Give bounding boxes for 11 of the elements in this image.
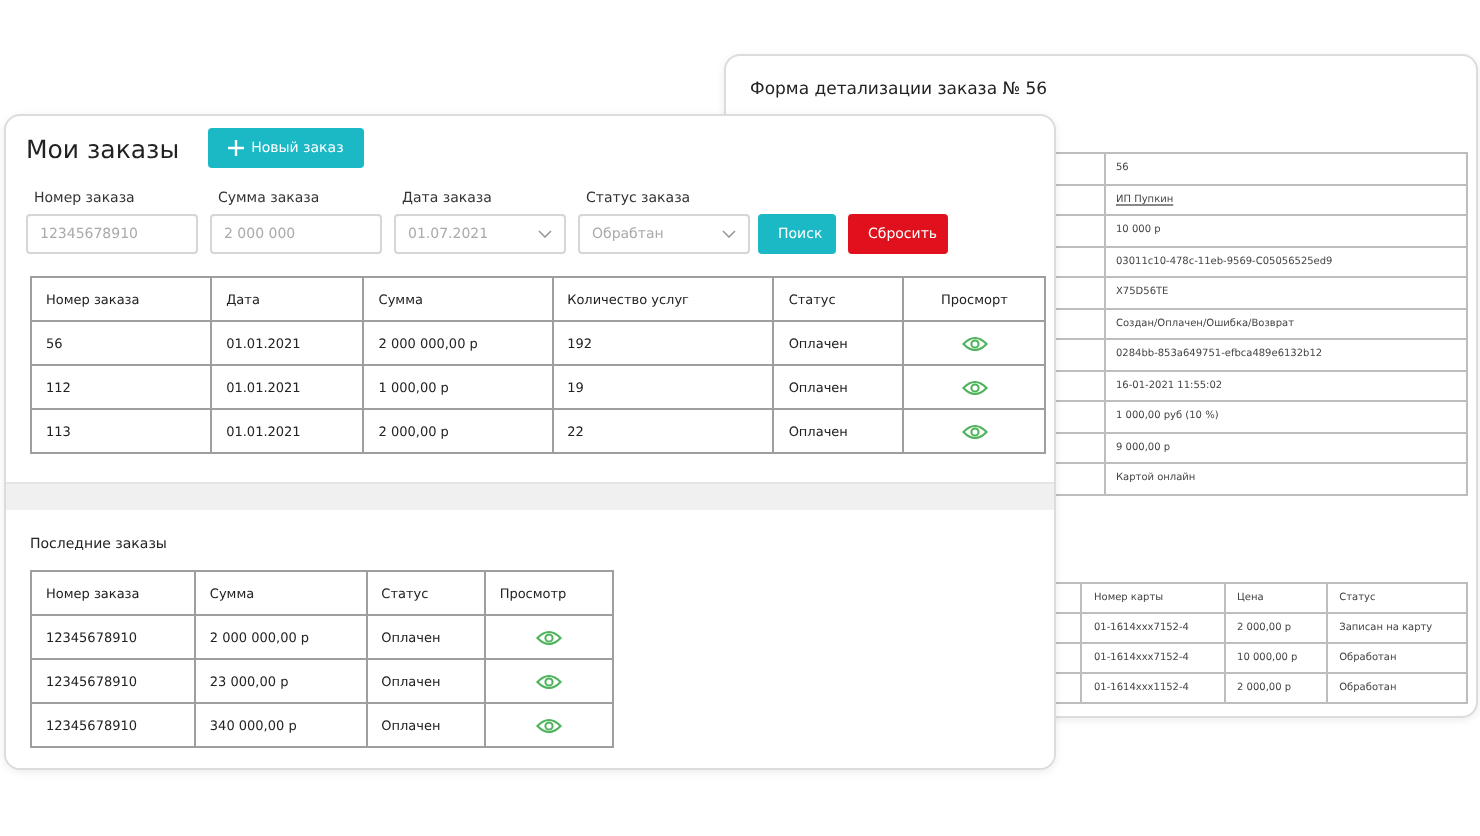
eye-icon[interactable] (535, 629, 562, 646)
eye-icon[interactable] (961, 335, 988, 352)
page-title: Мои заказы (26, 133, 180, 163)
eye-icon[interactable] (535, 717, 562, 734)
window-title: Форма детализации заказа № 56 (750, 78, 1050, 104)
eye-icon[interactable] (961, 423, 988, 440)
eye-icon[interactable] (535, 673, 562, 690)
chevron-down-icon (722, 230, 736, 238)
chevron-down-icon (538, 230, 552, 238)
eye-icon[interactable] (961, 379, 988, 396)
plus-icon (227, 140, 244, 156)
